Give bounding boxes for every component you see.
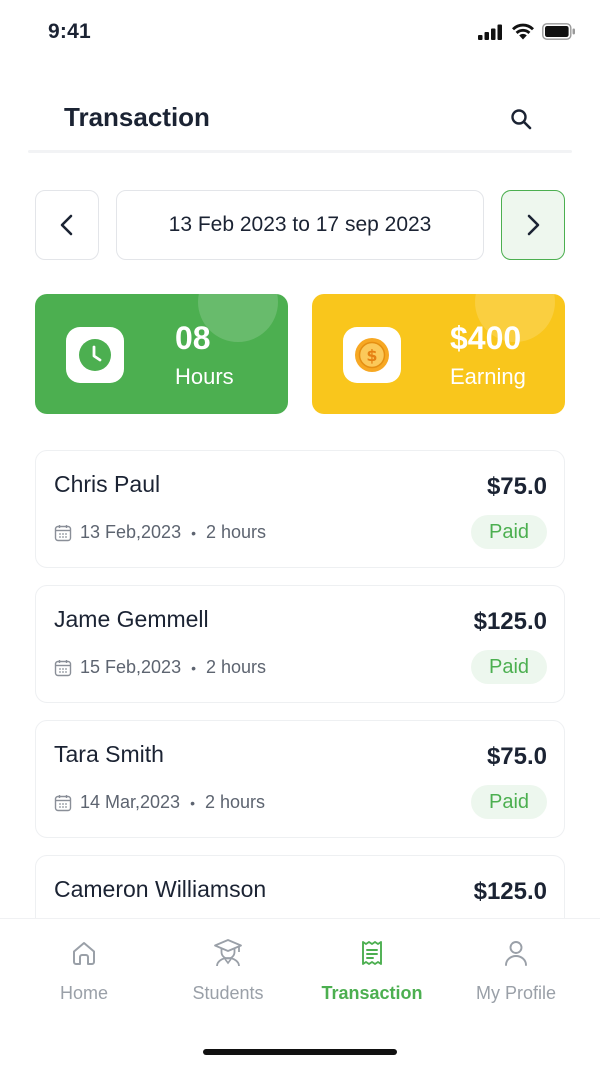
transaction-name: Chris Paul xyxy=(54,471,161,497)
user-icon xyxy=(500,937,532,969)
home-icon xyxy=(68,937,100,969)
page-title: Transaction xyxy=(64,102,210,132)
transaction-card[interactable]: Jame Gemmell $125.0 15 Feb,2023 • 2 hour… xyxy=(35,585,565,703)
svg-text:$: $ xyxy=(366,346,377,365)
chevron-left-icon xyxy=(60,214,73,236)
clock-icon-box xyxy=(66,327,124,383)
status-badge: Paid xyxy=(471,515,547,549)
earning-value: $400 xyxy=(450,320,522,356)
clock-icon xyxy=(79,339,111,371)
transaction-amount: $125.0 xyxy=(473,608,547,635)
transaction-name: Cameron Williamson xyxy=(54,876,267,902)
calendar-icon xyxy=(54,794,72,812)
nav-item-home[interactable]: Home xyxy=(12,937,156,1004)
status-icons xyxy=(478,23,576,45)
transaction-date: 14 Mar,2023 xyxy=(80,792,181,812)
coin-icon-box: $ xyxy=(343,327,401,383)
transaction-list: Chris Paul $75.0 13 Feb,2023 • 2 hours P… xyxy=(0,450,600,920)
previous-range-button[interactable] xyxy=(35,190,99,260)
transaction-card[interactable]: Chris Paul $75.0 13 Feb,2023 • 2 hours P… xyxy=(35,450,565,568)
earning-label: Earning xyxy=(450,364,526,389)
transaction-date: 13 Feb,2023 xyxy=(80,522,182,542)
nav-item-profile[interactable]: My Profile xyxy=(444,937,588,1004)
nav-label-transaction: Transaction xyxy=(321,983,423,1003)
hours-value: 08 xyxy=(175,320,211,356)
calendar-icon xyxy=(54,659,72,677)
transaction-card[interactable]: Tara Smith $75.0 14 Mar,2023 • 2 hours P… xyxy=(35,720,565,838)
status-badge: Paid xyxy=(471,785,547,819)
search-button[interactable] xyxy=(506,104,536,134)
home-indicator xyxy=(203,1049,397,1055)
transaction-amount: $75.0 xyxy=(486,743,547,770)
date-range-field[interactable]: 13 Feb 2023 to 17 sep 2023 xyxy=(116,190,484,260)
transaction-amount: $75.0 xyxy=(486,473,547,500)
next-range-button[interactable] xyxy=(501,190,565,260)
earning-card: $ $400 Earning xyxy=(312,294,565,414)
meta-separator: • xyxy=(191,524,196,541)
transaction-date: 15 Feb,2023 xyxy=(80,657,182,677)
transaction-duration: 2 hours xyxy=(206,657,267,677)
transaction-amount: $125.0 xyxy=(473,878,547,905)
nav-label-students: Students xyxy=(192,983,264,1003)
wifi-icon xyxy=(511,23,535,45)
receipt-icon xyxy=(356,937,388,969)
coin-icon: $ xyxy=(355,338,389,372)
header-divider xyxy=(28,150,572,153)
meta-separator: • xyxy=(191,659,196,676)
transaction-card[interactable]: Cameron Williamson $125.0 xyxy=(35,855,565,920)
search-icon xyxy=(511,109,532,130)
status-bar: 9:41 xyxy=(0,0,600,66)
hours-label: Hours xyxy=(175,364,234,389)
student-icon xyxy=(212,937,244,969)
meta-separator: • xyxy=(190,794,195,811)
hours-card: 08 Hours xyxy=(35,294,288,414)
header: Transaction xyxy=(0,84,600,152)
chevron-right-icon xyxy=(527,214,540,236)
signal-icon xyxy=(478,24,504,45)
status-badge: Paid xyxy=(471,650,547,684)
transaction-meta: 13 Feb,2023 • 2 hours xyxy=(54,522,266,543)
transaction-meta: 14 Mar,2023 • 2 hours xyxy=(54,792,265,813)
transaction-name: Tara Smith xyxy=(54,741,164,767)
battery-icon xyxy=(542,23,576,45)
nav-item-students[interactable]: Students xyxy=(156,937,300,1004)
calendar-icon xyxy=(54,524,72,542)
nav-label-profile: My Profile xyxy=(475,983,556,1003)
transaction-meta: 15 Feb,2023 • 2 hours xyxy=(54,657,266,678)
nav-label-home: Home xyxy=(59,983,108,1003)
transaction-duration: 2 hours xyxy=(204,792,266,812)
bottom-navigation: Home Students Transaction My Profile xyxy=(0,918,600,1068)
nav-item-transaction[interactable]: Transaction xyxy=(300,937,444,1004)
transaction-duration: 2 hours xyxy=(206,522,267,542)
status-time: 9:41 xyxy=(48,20,91,43)
date-range-selector: 13 Feb 2023 to 17 sep 2023 xyxy=(0,190,600,260)
transaction-name: Jame Gemmell xyxy=(54,606,209,632)
